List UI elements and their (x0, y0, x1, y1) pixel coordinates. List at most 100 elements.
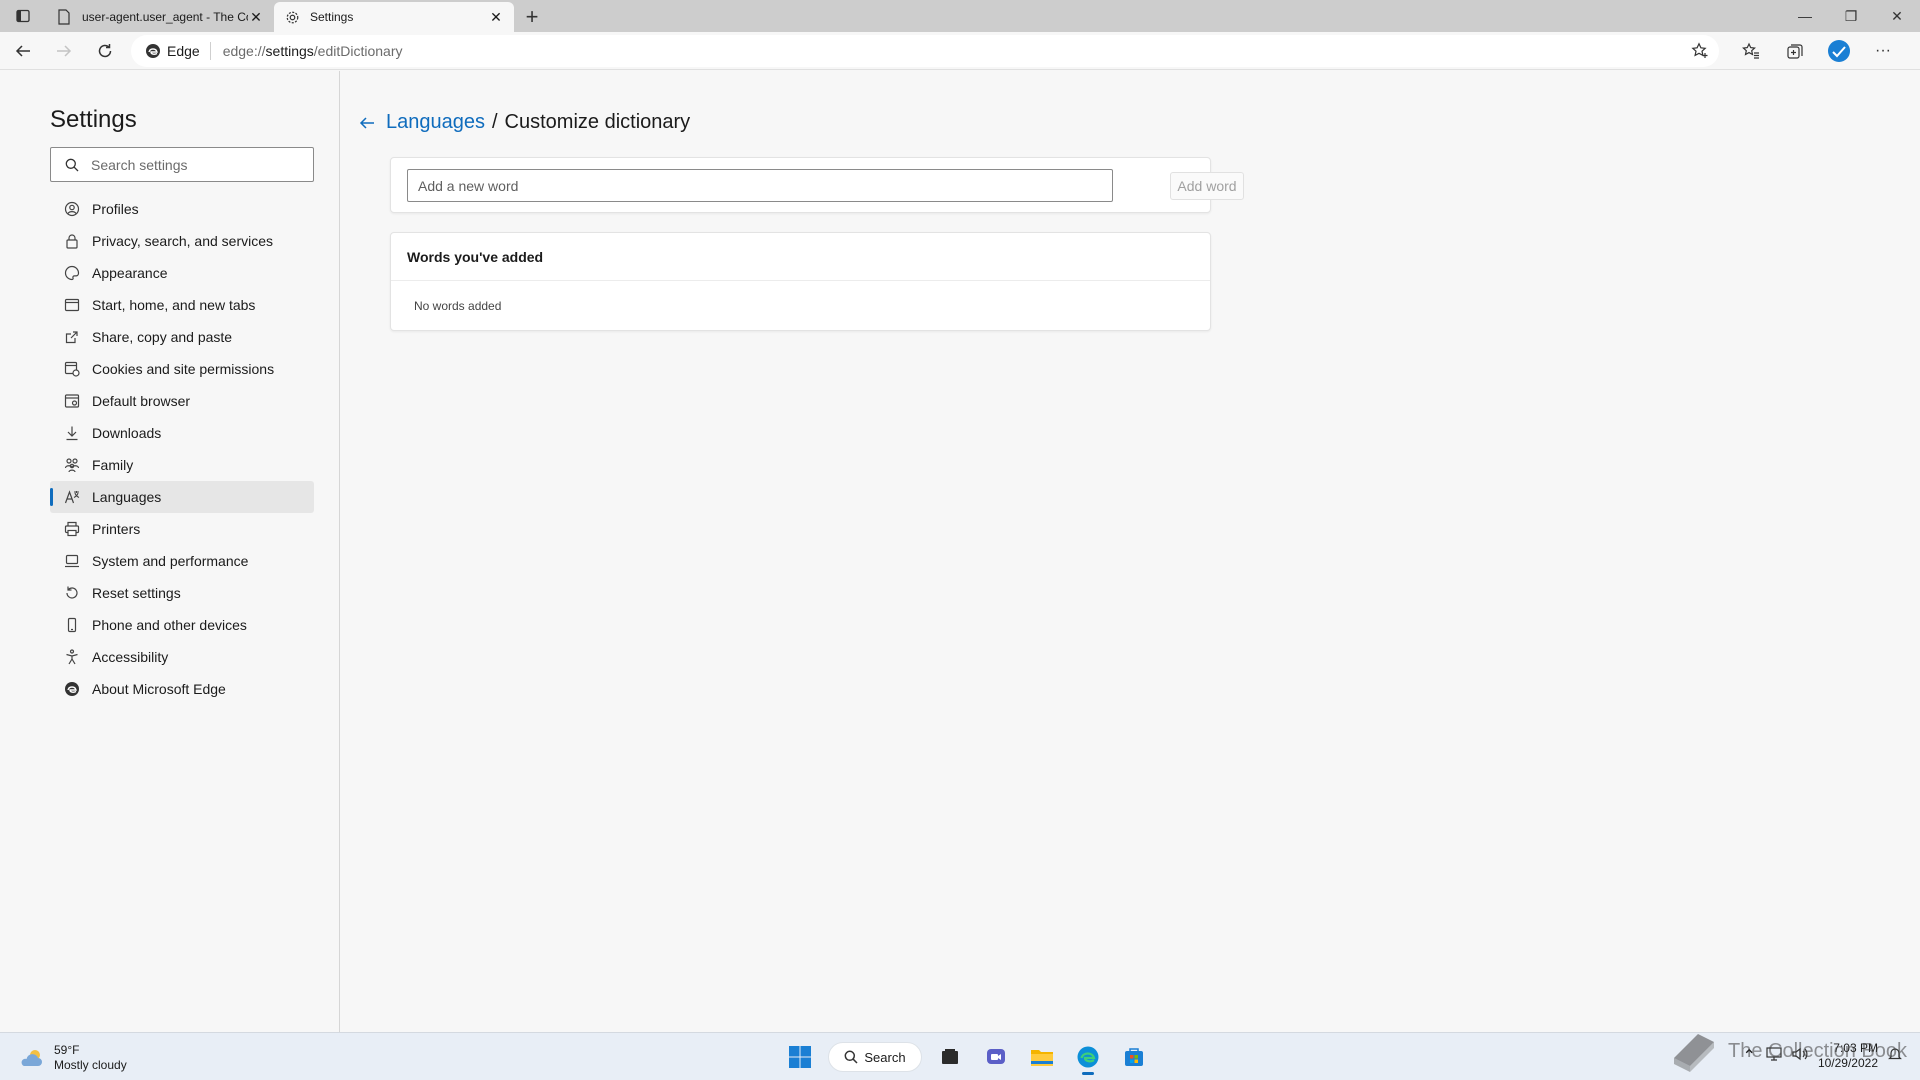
taskbar-search-label: Search (864, 1049, 906, 1065)
empty-state-text: No words added (414, 299, 502, 313)
sidebar-item-downloads[interactable]: Downloads (50, 417, 314, 449)
sidebar-item-family[interactable]: Family (50, 449, 314, 481)
sidebar-item-phone[interactable]: Phone and other devices (50, 609, 314, 641)
toolbar-right: ··· (1729, 35, 1905, 67)
share-icon (64, 329, 80, 345)
new-tab-button[interactable]: + (514, 2, 550, 32)
minimize-button[interactable]: — (1782, 0, 1828, 32)
store-icon (1125, 1048, 1143, 1066)
close-tab-icon[interactable]: ✕ (488, 9, 504, 25)
reset-icon (64, 585, 80, 601)
tab-actions-icon (16, 9, 30, 23)
sidebar-item-printers[interactable]: Printers (50, 513, 314, 545)
sidebar-item-languages[interactable]: Languages (50, 481, 314, 513)
breadcrumb: Languages / Customize dictionary (358, 111, 690, 134)
sidebar-item-label: Appearance (92, 265, 168, 281)
profile-button[interactable] (1817, 35, 1861, 67)
back-arrow-icon[interactable] (358, 114, 376, 132)
sidebar-item-default-browser[interactable]: Default browser (50, 385, 314, 417)
close-window-button[interactable]: ✕ (1874, 0, 1920, 32)
teams-chat-button[interactable] (978, 1039, 1014, 1075)
sidebar-item-privacy[interactable]: Privacy, search, and services (50, 225, 314, 257)
sidebar-item-label: Share, copy and paste (92, 329, 233, 345)
sidebar-item-profiles[interactable]: Profiles (50, 193, 314, 225)
sidebar-item-share[interactable]: Share, copy and paste (50, 321, 314, 353)
sidebar-item-label: Accessibility (92, 649, 169, 665)
edge-label: Edge (167, 42, 200, 59)
words-header: Words you've added (391, 233, 1210, 281)
sidebar-item-label: Default browser (92, 393, 191, 409)
collections-icon (1787, 43, 1803, 59)
tab-actions-button[interactable] (0, 0, 46, 32)
settings-sidebar: Settings Search settings Profiles Privac… (0, 71, 340, 1032)
collections-button[interactable] (1773, 35, 1817, 67)
settings-title: Settings (50, 106, 137, 133)
tab-settings[interactable]: Settings ✕ (274, 2, 514, 32)
restore-button[interactable]: ❐ (1828, 0, 1874, 32)
forward-arrow-icon (57, 44, 72, 57)
add-word-button[interactable]: Add word (1170, 172, 1244, 200)
more-options-button[interactable]: ··· (1861, 35, 1905, 67)
tab-user-agent[interactable]: user-agent.user_agent - The Coll ✕ (46, 2, 274, 32)
edge-logo-icon (64, 681, 80, 697)
watermark: The Collection Book (1668, 1028, 1907, 1074)
close-tab-icon[interactable]: ✕ (248, 9, 264, 25)
search-placeholder: Search settings (91, 156, 188, 173)
gear-icon (284, 9, 300, 25)
page-icon (56, 9, 72, 25)
folder-icon (1031, 1050, 1053, 1066)
tab-title: Settings (310, 10, 354, 24)
file-explorer-button[interactable] (1024, 1039, 1060, 1075)
url-text: edge://settings/editDictionary (222, 42, 403, 59)
more-icon: ··· (1875, 41, 1891, 59)
sidebar-item-accessibility[interactable]: Accessibility (50, 641, 314, 673)
start-button[interactable] (782, 1039, 818, 1075)
sidebar-item-label: Cookies and site permissions (92, 361, 275, 377)
favorites-button[interactable] (1729, 35, 1773, 67)
watermark-text: The Collection Book (1728, 1039, 1907, 1062)
sidebar-item-appearance[interactable]: Appearance (50, 257, 314, 289)
cookies-icon (64, 361, 80, 377)
lock-icon (64, 233, 80, 249)
sidebar-item-start-home[interactable]: Start, home, and new tabs (50, 289, 314, 321)
appearance-icon (64, 265, 80, 281)
printer-icon (64, 521, 80, 537)
languages-icon (64, 489, 80, 505)
task-view-button[interactable] (932, 1039, 968, 1075)
new-word-input[interactable] (407, 169, 1113, 202)
sidebar-item-label: Languages (92, 489, 162, 505)
weather-widget[interactable]: 59°F Mostly cloudy (18, 1043, 127, 1073)
sidebar-item-cookies[interactable]: Cookies and site permissions (50, 353, 314, 385)
page-title: Customize dictionary (504, 111, 691, 133)
system-icon (64, 553, 80, 569)
store-button[interactable] (1116, 1039, 1152, 1075)
sidebar-item-about[interactable]: About Microsoft Edge (50, 673, 314, 705)
words-list-card: Words you've added No words added (390, 232, 1211, 331)
refresh-button[interactable] (87, 35, 123, 67)
add-word-card: Add word (390, 157, 1244, 213)
book-logo-icon (1674, 1034, 1714, 1072)
sidebar-item-system[interactable]: System and performance (50, 545, 314, 577)
sidebar-item-label: About Microsoft Edge (92, 681, 226, 697)
search-settings-input[interactable]: Search settings (50, 147, 314, 182)
edge-logo-icon (1077, 1046, 1099, 1068)
sidebar-item-label: Family (92, 457, 134, 473)
add-favorite-icon[interactable] (1691, 41, 1709, 63)
search-icon (65, 158, 79, 172)
chat-icon (987, 1049, 1005, 1064)
forward-button[interactable] (46, 35, 82, 67)
settings-main: Languages / Customize dictionary Add wor… (341, 71, 1920, 1032)
search-icon (844, 1050, 858, 1064)
sidebar-item-label: Printers (92, 521, 141, 537)
browser-toolbar: Edge edge://settings/editDictionary ··· (0, 32, 1920, 70)
edge-taskbar-button[interactable] (1070, 1039, 1106, 1075)
phone-icon (64, 617, 80, 633)
taskbar-search-button[interactable]: Search (828, 1042, 922, 1072)
breadcrumb-languages-link[interactable]: Languages (386, 111, 485, 134)
taskbar: 59°F Mostly cloudy Search ⌃ 7:03 PM 10/2… (0, 1032, 1920, 1080)
back-button[interactable] (5, 35, 41, 67)
edge-identity-chip[interactable]: Edge (145, 41, 211, 60)
settings-nav: Profiles Privacy, search, and services A… (50, 193, 314, 705)
address-bar[interactable]: Edge edge://settings/editDictionary (131, 34, 1719, 67)
sidebar-item-reset[interactable]: Reset settings (50, 577, 314, 609)
